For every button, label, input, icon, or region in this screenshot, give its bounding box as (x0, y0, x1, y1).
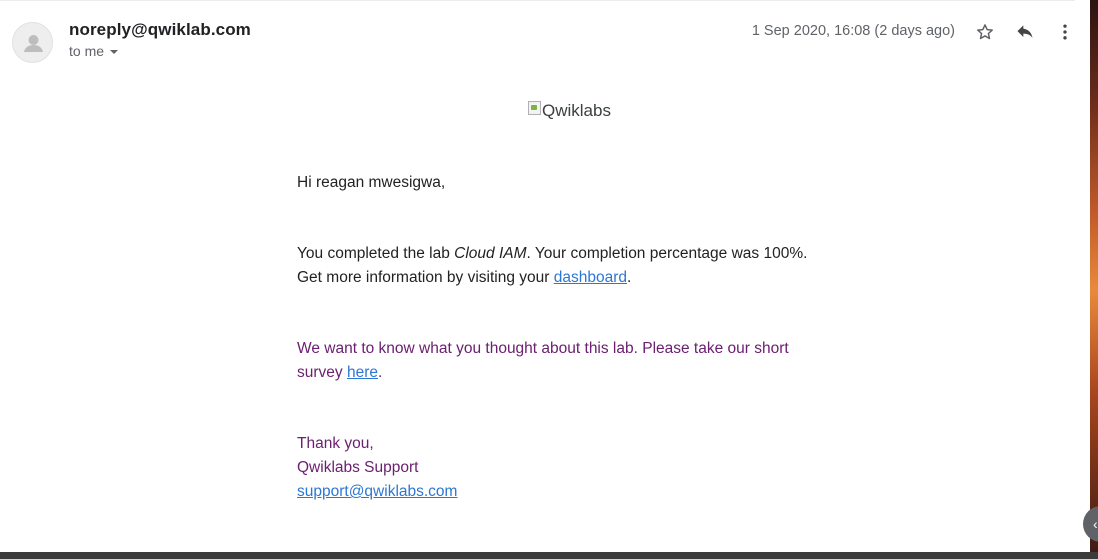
person-icon (24, 35, 43, 52)
info-suffix: . (626, 269, 632, 286)
greeting: Hi reagan mwesigwa, (297, 174, 446, 191)
more-options-button[interactable] (1053, 20, 1077, 44)
more-vert-icon (1063, 24, 1067, 40)
chevron-down-icon[interactable] (110, 49, 119, 54)
closing: Thank you, (297, 435, 374, 452)
qwiklabs-logo-image: Qwiklabs (528, 101, 611, 121)
reply-button[interactable] (1013, 20, 1037, 44)
recipient-label: to me (69, 43, 105, 59)
survey-link[interactable]: here (347, 364, 378, 381)
survey-suffix: . (378, 364, 383, 381)
survey-paragraph: We want to know what you thought about t… (297, 337, 837, 385)
bottom-bar (0, 552, 1098, 559)
sender-address: noreply@qwiklab.com (69, 20, 251, 39)
divider (0, 0, 1075, 1)
signature: Qwiklabs Support (297, 459, 419, 476)
recipient-details-toggle[interactable]: to me (69, 43, 119, 59)
logo-alt-text: Qwiklabs (542, 101, 611, 120)
completion-prefix: You completed the lab (297, 245, 455, 262)
star-icon (977, 24, 993, 40)
sender-avatar[interactable] (12, 22, 53, 63)
star-button[interactable] (973, 20, 997, 44)
side-panel-toggle[interactable]: ‹ (1083, 506, 1098, 542)
completion-paragraph: You completed the lab Cloud IAM. Your co… (297, 242, 857, 290)
dashboard-link[interactable]: dashboard (554, 269, 627, 286)
support-email-link[interactable]: support@qwiklabs.com (297, 483, 457, 500)
desktop-background (1090, 0, 1098, 559)
lab-name: Cloud IAM (454, 245, 527, 262)
completion-suffix: . Your completion percentage was 100%. (526, 245, 808, 262)
info-prefix: Get more information by visiting your (297, 269, 554, 286)
reply-icon (1017, 25, 1033, 38)
signature-block: Thank you, Qwiklabs Support support@qwik… (297, 432, 457, 504)
broken-image-icon (528, 101, 541, 115)
chevron-left-icon: ‹ (1093, 516, 1098, 532)
email-timestamp: 1 Sep 2020, 16:08 (2 days ago) (751, 23, 955, 39)
